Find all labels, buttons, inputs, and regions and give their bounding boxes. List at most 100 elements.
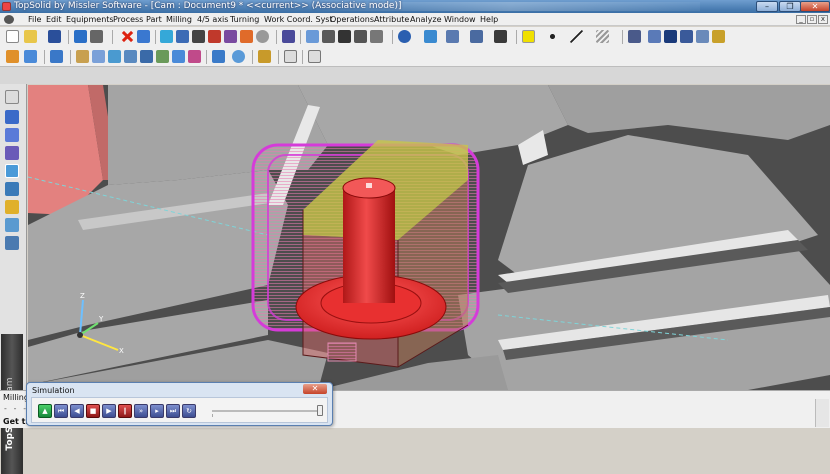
toolbar-separator (70, 50, 71, 64)
sphere-icon[interactable] (256, 30, 269, 43)
edit-pencil-icon[interactable] (208, 30, 221, 43)
restore-button[interactable]: ❐ (779, 1, 801, 12)
zoom-search-icon[interactable] (398, 30, 411, 43)
new-document-icon[interactable] (6, 30, 19, 43)
undo-icon[interactable] (137, 30, 150, 43)
shading-icon[interactable] (470, 30, 483, 43)
cam-mode-icon[interactable] (5, 164, 19, 178)
export-icon[interactable] (712, 30, 725, 43)
post-process-icon[interactable] (258, 50, 271, 63)
simulation-slider-track[interactable] (212, 410, 322, 412)
cut-icon[interactable] (322, 30, 335, 43)
sketch-icon[interactable] (5, 90, 19, 104)
cutter-cylinder (343, 188, 395, 303)
prompt-scrollbar[interactable] (815, 399, 829, 427)
menu-edit[interactable]: Edit (46, 13, 62, 26)
menu-file[interactable]: File (28, 13, 41, 26)
menu-turning[interactable]: Turning (230, 13, 259, 26)
stop-icon[interactable]: ■ (86, 404, 100, 418)
simulation-title: Simulation (32, 386, 75, 395)
display-mode-icon[interactable] (494, 30, 507, 43)
menu-analyze[interactable]: Analyze (410, 13, 442, 26)
simulation-close-button[interactable]: ✕ (303, 384, 327, 394)
verify-icon[interactable] (232, 50, 245, 63)
surface-icon[interactable] (140, 50, 153, 63)
rest-machining-icon[interactable] (188, 50, 201, 63)
assembly-icon[interactable] (5, 146, 19, 160)
menu-attribute[interactable]: Attribute (374, 13, 409, 26)
curve-icon[interactable] (5, 128, 19, 142)
fast-forward-icon[interactable]: » (134, 404, 148, 418)
cam-toolbar (0, 46, 830, 66)
stock-icon[interactable] (50, 50, 63, 63)
mdi-close-button[interactable]: x (818, 15, 828, 24)
zoom-icon[interactable] (176, 30, 189, 43)
eject-icon[interactable]: ▲ (38, 404, 52, 418)
minimize-button[interactable]: – (756, 1, 778, 12)
menu-4-5-axis[interactable]: 4/5 axis (197, 13, 228, 26)
select-icon[interactable] (306, 30, 319, 43)
pause-icon[interactable]: ∥ (118, 404, 132, 418)
properties-icon[interactable] (74, 30, 87, 43)
filter-icon[interactable] (192, 30, 205, 43)
pointer-icon[interactable] (282, 30, 295, 43)
wire-icon[interactable] (5, 200, 19, 214)
menu-equipments[interactable]: Equipments (66, 13, 114, 26)
step-forward-icon[interactable]: ▸ (150, 404, 164, 418)
go-to-start-icon[interactable]: ⏮ (54, 404, 68, 418)
zoom-window-icon[interactable] (424, 30, 437, 43)
roughing-icon[interactable] (156, 50, 169, 63)
table-icon[interactable] (680, 30, 693, 43)
menu-operations[interactable]: Operations (330, 13, 374, 26)
tool-library-icon[interactable] (5, 236, 19, 250)
color-yellow-swatch[interactable] (522, 30, 535, 43)
open-folder-icon[interactable] (24, 30, 37, 43)
menu-window[interactable]: Window (444, 13, 476, 26)
measure-icon[interactable] (370, 30, 383, 43)
point-style-icon[interactable] (546, 30, 559, 43)
simulation-slider-thumb[interactable] (317, 405, 323, 416)
mold-icon[interactable] (5, 182, 19, 196)
pocket-icon[interactable] (76, 50, 89, 63)
mdi-minimize-button[interactable]: _ (796, 15, 806, 24)
go-to-end-icon[interactable]: ⏭ (166, 404, 180, 418)
line-style-icon[interactable] (570, 30, 583, 43)
layer-icon[interactable] (628, 30, 641, 43)
paint-icon[interactable] (240, 30, 253, 43)
shape-icon[interactable] (5, 110, 19, 124)
save-icon[interactable] (48, 30, 61, 43)
simulation-icon[interactable] (212, 50, 225, 63)
loop-icon[interactable]: ↻ (182, 404, 196, 418)
menu-part[interactable]: Part (146, 13, 162, 26)
delete-icon[interactable] (120, 30, 133, 43)
grid-icon[interactable] (338, 30, 351, 43)
hatch-icon[interactable] (596, 30, 609, 43)
menu-work-coord-syst[interactable]: Work Coord. Syst. (264, 13, 335, 26)
rotate-icon[interactable] (160, 30, 173, 43)
graphics-viewport[interactable]: Z X Y (28, 85, 830, 390)
report-icon[interactable] (696, 30, 709, 43)
face-icon[interactable] (124, 50, 137, 63)
machine-icon[interactable] (6, 50, 19, 63)
menu-milling[interactable]: Milling (166, 13, 192, 26)
close-button[interactable]: ✕ (800, 1, 830, 12)
palette-icon[interactable] (224, 30, 237, 43)
drill-icon[interactable] (108, 50, 121, 63)
print-icon[interactable] (90, 30, 103, 43)
document-icon[interactable] (4, 15, 14, 24)
documentation-icon[interactable] (308, 50, 321, 63)
database-icon[interactable] (664, 30, 677, 43)
draft-icon[interactable] (5, 218, 19, 232)
part-icon[interactable] (24, 50, 37, 63)
hook-icon[interactable] (354, 30, 367, 43)
step-back-icon[interactable]: ◀ (70, 404, 84, 418)
view-icon[interactable] (446, 30, 459, 43)
menu-help[interactable]: Help (480, 13, 498, 26)
finishing-icon[interactable] (172, 50, 185, 63)
nc-file-icon[interactable] (284, 50, 297, 63)
contour-icon[interactable] (92, 50, 105, 63)
structure-icon[interactable] (648, 30, 661, 43)
play-icon[interactable]: ▶ (102, 404, 116, 418)
mdi-restore-button[interactable]: ▫ (807, 15, 817, 24)
menu-process[interactable]: Process (113, 13, 143, 26)
